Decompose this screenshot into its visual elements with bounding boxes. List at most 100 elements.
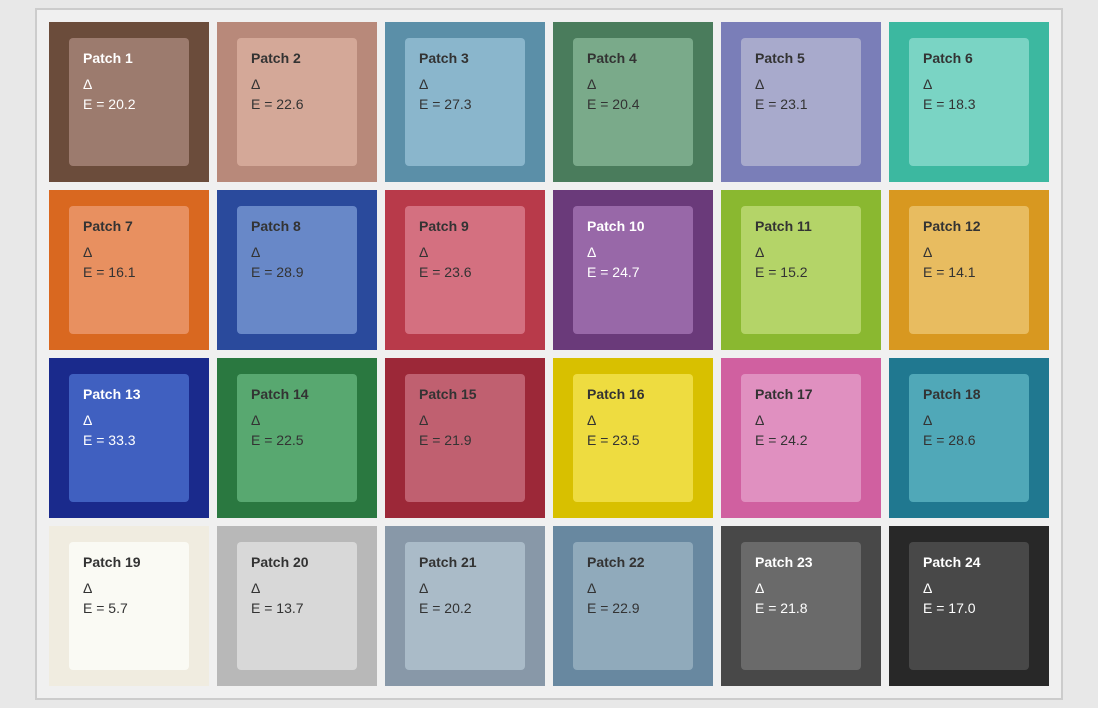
patch-label-2: Patch 2 [251, 50, 343, 66]
patch-delta-13: Δ [83, 412, 175, 428]
patch-delta-6: Δ [923, 76, 1015, 92]
patch-cell-15: Patch 15ΔE = 21.9 [385, 358, 545, 518]
patch-e-23: E = 21.8 [755, 600, 847, 616]
patch-inner-12: Patch 12 Δ E = 14.1 [909, 206, 1029, 334]
patch-e-19: E = 5.7 [83, 600, 175, 616]
patch-label-23: Patch 23 [755, 554, 847, 570]
patch-cell-14: Patch 14 Δ E = 22.5 [217, 358, 377, 518]
patch-delta-14: Δ [251, 412, 343, 428]
patch-label-19: Patch 19 [83, 554, 175, 570]
patch-e-4: E = 20.4 [587, 96, 679, 112]
patch-e-14: E = 22.5 [251, 432, 343, 448]
patch-inner-24: Patch 24ΔE = 17.0 [909, 542, 1029, 670]
patch-label-10: Patch 10 [587, 218, 679, 234]
patch-cell-9: Patch 9 Δ E = 23.6 [385, 190, 545, 350]
patch-delta-11: Δ [755, 244, 847, 260]
patch-e-13: E = 33.3 [83, 432, 175, 448]
patch-label-18: Patch 18 [923, 386, 1015, 402]
patch-inner-4: Patch 4ΔE = 20.4 [573, 38, 693, 166]
patch-inner-10: Patch 10 Δ E = 24.7 [573, 206, 693, 334]
patch-delta-18: Δ [923, 412, 1015, 428]
patch-grid: Patch 1ΔE = 20.2Patch 2ΔE = 22.6Patch 3Δ… [35, 8, 1063, 700]
patch-e-10: E = 24.7 [587, 264, 679, 280]
patch-delta-10: Δ [587, 244, 679, 260]
patch-label-6: Patch 6 [923, 50, 1015, 66]
patch-inner-21: Patch 21ΔE = 20.2 [405, 542, 525, 670]
patch-cell-4: Patch 4ΔE = 20.4 [553, 22, 713, 182]
patch-label-16: Patch 16 [587, 386, 679, 402]
patch-cell-2: Patch 2 Δ E = 22.6 [217, 22, 377, 182]
patch-inner-16: Patch 16ΔE = 23.5 [573, 374, 693, 502]
patch-e-17: E = 24.2 [755, 432, 847, 448]
patch-cell-12: Patch 12 Δ E = 14.1 [889, 190, 1049, 350]
patch-e-9: E = 23.6 [419, 264, 511, 280]
patch-e-1: E = 20.2 [83, 96, 175, 112]
patch-cell-8: Patch 8 Δ E = 28.9 [217, 190, 377, 350]
patch-inner-2: Patch 2 Δ E = 22.6 [237, 38, 357, 166]
patch-cell-6: Patch 6ΔE = 18.3 [889, 22, 1049, 182]
patch-label-15: Patch 15 [419, 386, 511, 402]
patch-e-8: E = 28.9 [251, 264, 343, 280]
patch-delta-16: Δ [587, 412, 679, 428]
patch-inner-5: Patch 5 Δ E = 23.1 [741, 38, 861, 166]
patch-inner-23: Patch 23 Δ E = 21.8 [741, 542, 861, 670]
patch-delta-24: Δ [923, 580, 1015, 596]
patch-e-18: E = 28.6 [923, 432, 1015, 448]
patch-label-14: Patch 14 [251, 386, 343, 402]
patch-delta-2: Δ [251, 76, 343, 92]
patch-inner-8: Patch 8 Δ E = 28.9 [237, 206, 357, 334]
patch-cell-20: Patch 20ΔE = 13.7 [217, 526, 377, 686]
patch-inner-9: Patch 9 Δ E = 23.6 [405, 206, 525, 334]
patch-delta-3: Δ [419, 76, 511, 92]
patch-inner-18: Patch 18 Δ E = 28.6 [909, 374, 1029, 502]
patch-delta-7: Δ [83, 244, 175, 260]
patch-e-7: E = 16.1 [83, 264, 175, 280]
patch-label-20: Patch 20 [251, 554, 343, 570]
patch-e-5: E = 23.1 [755, 96, 847, 112]
patch-e-12: E = 14.1 [923, 264, 1015, 280]
patch-label-3: Patch 3 [419, 50, 511, 66]
patch-cell-23: Patch 23 Δ E = 21.8 [721, 526, 881, 686]
patch-inner-14: Patch 14 Δ E = 22.5 [237, 374, 357, 502]
patch-cell-13: Patch 13 Δ E = 33.3 [49, 358, 209, 518]
patch-delta-23: Δ [755, 580, 847, 596]
patch-cell-16: Patch 16ΔE = 23.5 [553, 358, 713, 518]
patch-delta-19: Δ [83, 580, 175, 596]
patch-label-22: Patch 22 [587, 554, 679, 570]
patch-cell-22: Patch 22ΔE = 22.9 [553, 526, 713, 686]
patch-e-15: E = 21.9 [419, 432, 511, 448]
patch-delta-12: Δ [923, 244, 1015, 260]
patch-label-17: Patch 17 [755, 386, 847, 402]
patch-delta-9: Δ [419, 244, 511, 260]
patch-cell-1: Patch 1ΔE = 20.2 [49, 22, 209, 182]
patch-label-12: Patch 12 [923, 218, 1015, 234]
patch-inner-22: Patch 22ΔE = 22.9 [573, 542, 693, 670]
patch-label-9: Patch 9 [419, 218, 511, 234]
patch-e-2: E = 22.6 [251, 96, 343, 112]
patch-cell-24: Patch 24ΔE = 17.0 [889, 526, 1049, 686]
patch-delta-4: Δ [587, 76, 679, 92]
patch-e-24: E = 17.0 [923, 600, 1015, 616]
patch-label-21: Patch 21 [419, 554, 511, 570]
patch-cell-17: Patch 17ΔE = 24.2 [721, 358, 881, 518]
patch-delta-5: Δ [755, 76, 847, 92]
patch-inner-19: Patch 19 Δ E = 5.7 [69, 542, 189, 670]
patch-e-20: E = 13.7 [251, 600, 343, 616]
patch-inner-11: Patch 11ΔE = 15.2 [741, 206, 861, 334]
patch-inner-13: Patch 13 Δ E = 33.3 [69, 374, 189, 502]
patch-inner-20: Patch 20ΔE = 13.7 [237, 542, 357, 670]
patch-inner-1: Patch 1ΔE = 20.2 [69, 38, 189, 166]
patch-cell-10: Patch 10 Δ E = 24.7 [553, 190, 713, 350]
patch-label-13: Patch 13 [83, 386, 175, 402]
patch-inner-7: Patch 7ΔE = 16.1 [69, 206, 189, 334]
patch-label-11: Patch 11 [755, 218, 847, 234]
patch-delta-8: Δ [251, 244, 343, 260]
patch-label-1: Patch 1 [83, 50, 175, 66]
patch-cell-3: Patch 3 Δ E = 27.3 [385, 22, 545, 182]
patch-cell-21: Patch 21ΔE = 20.2 [385, 526, 545, 686]
patch-e-22: E = 22.9 [587, 600, 679, 616]
patch-label-5: Patch 5 [755, 50, 847, 66]
patch-e-3: E = 27.3 [419, 96, 511, 112]
patch-inner-17: Patch 17ΔE = 24.2 [741, 374, 861, 502]
patch-label-8: Patch 8 [251, 218, 343, 234]
